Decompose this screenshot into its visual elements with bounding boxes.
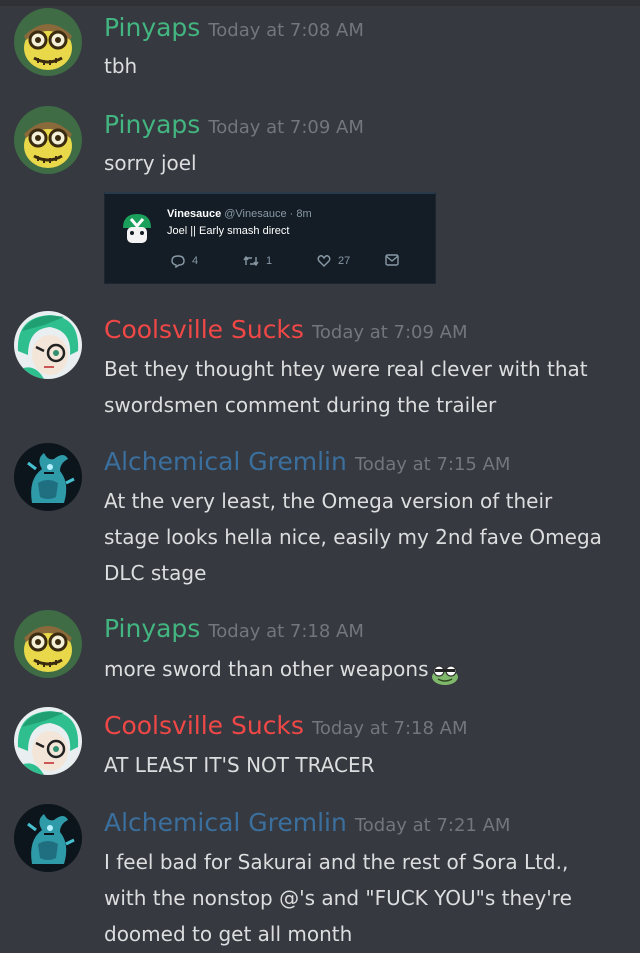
author-name[interactable]: Alchemical Gremlin [104, 808, 347, 837]
reply-count: 4 [192, 255, 199, 267]
message-header: Pinyaps Today at 7:09 AM [104, 111, 364, 139]
author-name[interactable]: Coolsville Sucks [104, 711, 304, 740]
timestamp[interactable]: Today at 7:09 AM [312, 322, 468, 343]
author-name[interactable]: Pinyaps [104, 614, 200, 643]
message-text: Bet they thought htey were real clever w… [104, 351, 624, 423]
dragon-avatar[interactable] [14, 804, 82, 872]
heart-icon [317, 255, 331, 267]
like-button[interactable]: 27 [317, 254, 350, 268]
helmet-skull-avatar[interactable] [14, 610, 82, 678]
message-header: Coolsville Sucks Today at 7:09 AM [104, 316, 468, 344]
message-header: Alchemical Gremlin Today at 7:21 AM [104, 809, 510, 837]
message-header: Alchemical Gremlin Today at 7:15 AM [104, 448, 510, 476]
message-line: At the very least, the Omega version of … [104, 489, 553, 513]
author-name[interactable]: Pinyaps [104, 110, 200, 139]
message-line: DLC stage [104, 561, 207, 585]
tweet-author[interactable]: Vinesauce @Vinesauce · 8m [167, 208, 312, 220]
timestamp[interactable]: Today at 7:08 AM [208, 20, 364, 41]
message-text: tbh [104, 54, 138, 78]
reply-icon [171, 255, 185, 268]
vinesauce-logo-icon [117, 208, 157, 248]
message-text: sorry joel [104, 151, 197, 175]
timestamp[interactable]: Today at 7:15 AM [355, 454, 511, 475]
green-hair-avatar[interactable] [14, 707, 82, 775]
message-line: doomed to get all month [104, 922, 353, 946]
message-line: I feel bad for Sakurai and the rest of S… [104, 850, 569, 874]
retweet-count: 1 [266, 255, 273, 267]
message-line: more sword than other weapons [104, 657, 429, 681]
message-header: Coolsville Sucks Today at 7:18 AM [104, 712, 468, 740]
timestamp[interactable]: Today at 7:21 AM [355, 815, 511, 836]
message-header: Pinyaps Today at 7:18 AM [104, 615, 364, 643]
dragon-avatar[interactable] [14, 443, 82, 511]
timestamp[interactable]: Today at 7:18 AM [208, 621, 364, 642]
tweet-handle: @Vinesauce · 8m [224, 208, 312, 220]
like-count: 27 [338, 255, 351, 267]
message-text: AT LEAST IT'S NOT TRACER [104, 753, 375, 777]
message-text: At the very least, the Omega version of … [104, 483, 624, 591]
tweet-account-name: Vinesauce [167, 208, 222, 220]
tweet-text: Joel || Early smash direct [167, 225, 290, 237]
timestamp[interactable]: Today at 7:09 AM [208, 117, 364, 138]
tweet-actions: 4 1 27 [171, 254, 431, 270]
helmet-skull-avatar[interactable] [14, 8, 82, 76]
timestamp[interactable]: Today at 7:18 AM [312, 718, 468, 739]
frog-emoji-icon[interactable] [431, 660, 459, 685]
author-name[interactable]: Alchemical Gremlin [104, 447, 347, 476]
message-line: swordsmen comment during the trailer [104, 393, 497, 417]
helmet-skull-avatar[interactable] [14, 106, 82, 174]
message-line: Bet they thought htey were real clever w… [104, 357, 588, 381]
message-text: I feel bad for Sakurai and the rest of S… [104, 844, 624, 952]
message-line: stage looks hella nice, easily my 2nd fa… [104, 525, 602, 549]
message-header: Pinyaps Today at 7:08 AM [104, 14, 364, 42]
message-line: with the nonstop @'s and "FUCK YOU"s the… [104, 886, 572, 910]
reply-button[interactable]: 4 [171, 254, 198, 268]
author-name[interactable]: Pinyaps [104, 13, 200, 42]
green-hair-avatar[interactable] [14, 311, 82, 379]
envelope-icon [385, 254, 399, 266]
retweet-icon [243, 255, 259, 267]
message-text: more sword than other weapons [104, 651, 624, 687]
direct-message-button[interactable] [385, 254, 399, 266]
author-name[interactable]: Coolsville Sucks [104, 315, 304, 344]
tweet-embed[interactable]: Vinesauce @Vinesauce · 8m Joel || Early s… [104, 192, 436, 284]
retweet-button[interactable]: 1 [243, 254, 272, 268]
top-divider [0, 0, 640, 6]
